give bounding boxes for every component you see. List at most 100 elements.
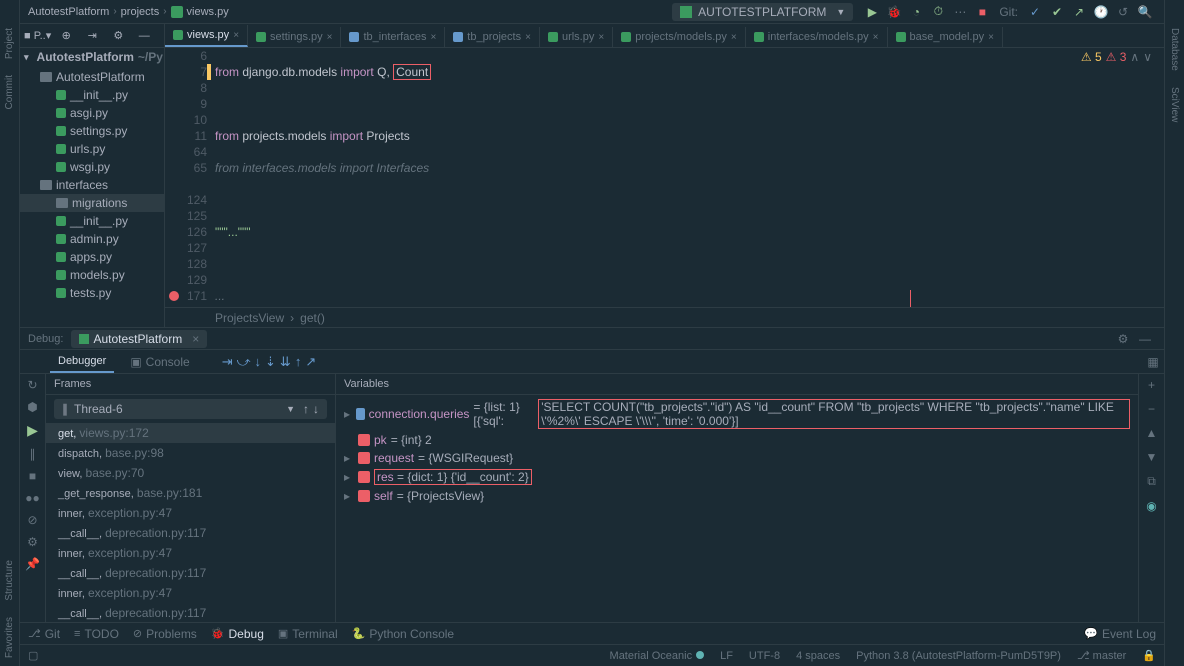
close-icon[interactable]: × [731,32,737,43]
step-into-my-icon[interactable]: ⇣ [265,354,276,370]
variable-row[interactable]: ▸self = {ProjectsView} [336,487,1138,505]
update-button[interactable]: ✓ [1027,4,1043,20]
breadcrumb-folder[interactable]: projects [121,6,160,18]
close-icon[interactable]: × [327,32,333,43]
tree-item[interactable]: asgi.py [20,104,164,122]
editor-tab[interactable]: projects/models.py× [613,27,746,47]
error-indicator[interactable]: ⚠ 3 [1106,50,1127,64]
line-sep[interactable]: LF [720,650,733,662]
structure-tool[interactable]: Structure [4,560,15,601]
watches-icon[interactable]: ◉ [1146,499,1156,513]
close-icon[interactable]: × [873,32,879,43]
run-to-cursor-icon[interactable]: ↗ [305,354,316,370]
debug-settings-icon[interactable]: ⚙ [1115,331,1131,347]
profile-button[interactable]: ⏱ [930,4,946,20]
close-icon[interactable]: × [525,32,531,43]
stack-frame[interactable]: __call__, deprecation.py:117 [46,563,335,583]
debug-config-tab[interactable]: AutotestPlatform × [71,330,207,348]
warning-indicator[interactable]: ⚠ 5 [1081,50,1102,64]
resume-icon[interactable]: ▶ [27,422,38,439]
tree-item[interactable]: AutotestPlatform [20,68,164,86]
breadcrumb-file[interactable]: views.py [187,6,229,18]
thread-selector[interactable]: ∥Thread-6 ▼ ↑ ↓ [54,399,327,419]
step-into-icon[interactable]: ↓ [255,354,262,370]
tree-item[interactable]: models.py [20,266,164,284]
problems-tab[interactable]: ⊘ Problems [133,627,197,641]
editor-tab[interactable]: interfaces/models.py× [746,27,888,47]
stack-frame[interactable]: inner, exception.py:47 [46,583,335,603]
step-over-icon[interactable]: ⤻ [237,354,251,370]
expand-icon[interactable]: ▸ [344,489,354,503]
editor-tab[interactable]: urls.py× [540,27,613,47]
tree-item[interactable]: __init__.py [20,86,164,104]
editor-tab[interactable]: tb_interfaces× [341,27,445,47]
down-icon[interactable]: ▼ [1146,450,1158,464]
stop-icon[interactable]: ■ [29,469,36,483]
run-config-selector[interactable]: AUTOTESTPLATFORM ▼ [672,3,853,21]
stop-button[interactable]: ■ [974,4,990,20]
close-icon[interactable]: × [430,32,436,43]
variable-row[interactable]: ▸connection.queries = {list: 1} [{'sql':… [336,397,1138,431]
editor-tab[interactable]: tb_projects× [445,27,540,47]
up-icon[interactable]: ▲ [1146,426,1158,440]
expand-icon[interactable]: ▸ [344,407,352,421]
project-tool[interactable]: Project [4,28,15,59]
close-icon[interactable]: × [233,30,239,41]
breadcrumb-class[interactable]: ProjectsView [215,311,284,325]
tree-item[interactable]: tests.py [20,284,164,302]
stack-frame[interactable]: _get_response, base.py:181 [46,483,335,503]
favorites-tool[interactable]: Favorites [4,617,15,658]
debugger-tab[interactable]: Debugger [50,351,114,373]
project-root[interactable]: ▾ AutotestPlatform~/Py [20,48,164,66]
stack-frame[interactable]: inner, exception.py:47 [46,503,335,523]
indent[interactable]: 4 spaces [796,650,840,662]
database-tool[interactable]: Database [1169,28,1180,71]
lock-icon[interactable]: 🔒 [1142,649,1156,662]
mute-breakpoints-icon[interactable]: ⊘ [27,513,37,527]
tree-item[interactable]: migrations [20,194,164,212]
coverage-button[interactable]: ◔ [908,4,924,20]
prev-highlight-icon[interactable]: ∧ [1130,50,1139,64]
editor-tab[interactable]: views.py× [165,25,248,47]
commit-button[interactable]: ✔ [1049,4,1065,20]
editor-tab[interactable]: settings.py× [248,27,341,47]
terminal-tab[interactable]: ▣ Terminal [278,627,338,641]
prev-frame-icon[interactable]: ↑ [303,402,309,416]
scope-icon[interactable]: ⊕ [58,28,74,44]
show-exec-point-icon[interactable]: ⇥ [222,354,233,370]
hide-icon[interactable]: — [136,28,152,44]
stack-frame[interactable]: get, views.py:172 [46,423,335,443]
tree-item[interactable]: wsgi.py [20,158,164,176]
variable-row[interactable]: ▸res = {dict: 1} {'id__count': 2} [336,467,1138,487]
layout-icon[interactable]: ▦ [1145,354,1161,370]
breadcrumb-project[interactable]: AutotestPlatform [28,6,109,18]
settings-icon[interactable]: ⚙ [110,28,126,44]
history-button[interactable]: 🕐 [1093,4,1109,20]
stack-frame[interactable]: __call__, deprecation.py:117 [46,603,335,622]
variable-row[interactable]: ▸request = {WSGIRequest} [336,449,1138,467]
stack-frame[interactable]: __call__, deprecation.py:117 [46,523,335,543]
breadcrumb-fn[interactable]: get() [300,311,325,325]
rerun-icon[interactable]: ↻ [27,378,37,392]
pause-icon[interactable]: ∥ [30,447,36,461]
pin-icon[interactable]: 📌 [25,557,40,571]
push-button[interactable]: ↗ [1071,4,1087,20]
hex-icon[interactable]: ⬢ [27,400,37,414]
encoding[interactable]: UTF-8 [749,650,780,662]
copy-icon[interactable]: ⧉ [1147,474,1156,489]
console-tab[interactable]: ▣Console [122,351,197,373]
tree-item[interactable]: urls.py [20,140,164,158]
remove-watch-icon[interactable]: − [1148,402,1155,416]
view-breakpoints-icon[interactable]: ●● [25,491,40,505]
debug-hide-icon[interactable]: — [1137,331,1153,347]
new-watch-icon[interactable]: + [1148,378,1155,392]
breakpoint-icon[interactable] [169,291,179,301]
stack-frame[interactable]: view, base.py:70 [46,463,335,483]
tree-item[interactable]: admin.py [20,230,164,248]
tree-item[interactable]: settings.py [20,122,164,140]
theme-indicator[interactable]: Material Oceanic [610,650,705,662]
tree-item[interactable]: apps.py [20,248,164,266]
tree-item[interactable]: __init__.py [20,212,164,230]
collapse-icon[interactable]: ⇥ [84,28,100,44]
eventlog-tab[interactable]: 💬 Event Log [1084,627,1156,641]
